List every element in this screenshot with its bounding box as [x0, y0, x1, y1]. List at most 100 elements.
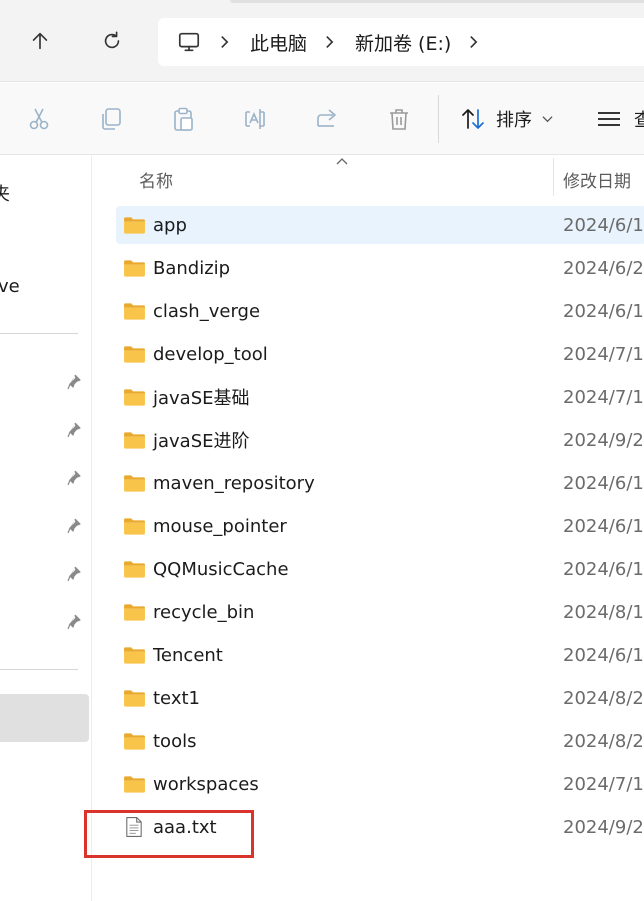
navigation-pane: 夹 ve [0, 156, 92, 901]
chevron-right-icon[interactable] [469, 35, 483, 49]
file-date-modified: 2024/6/1 [563, 472, 644, 494]
file-row[interactable]: mouse_pointer 2024/6/1 [116, 507, 644, 545]
folder-icon [122, 773, 146, 795]
nav-divider [0, 669, 78, 670]
refresh-icon [104, 31, 120, 49]
file-name: workspaces [153, 773, 259, 795]
arrow-up-icon [32, 32, 48, 50]
pin-icon[interactable] [66, 469, 84, 487]
pin-icon[interactable] [66, 373, 84, 391]
file-date-modified: 2024/6/1 [563, 300, 644, 322]
file-row[interactable]: javaSE基础 2024/7/1 [116, 378, 644, 416]
file-name: QQMusicCache [153, 558, 289, 580]
share-button[interactable] [313, 105, 341, 133]
file-row[interactable]: recycle_bin 2024/8/1 [116, 593, 644, 631]
file-list: 名称 修改日期 app 2024/6/1 Bandizip 2024/6/2 clash… [93, 156, 644, 901]
folder-icon [122, 429, 146, 451]
file-name: mouse_pointer [153, 515, 287, 537]
file-row[interactable]: workspaces 2024/7/1 [116, 765, 644, 803]
file-name: text1 [153, 687, 200, 709]
file-row[interactable]: app 2024/6/1 [116, 206, 644, 244]
view-label: 查 [634, 110, 644, 131]
this-pc-icon[interactable] [176, 29, 202, 55]
file-name: develop_tool [153, 343, 268, 365]
paste-button[interactable] [169, 105, 197, 133]
trash-icon [390, 109, 408, 130]
folder-icon [122, 386, 146, 408]
breadcrumb-volume-e[interactable]: 新加卷 (E:) [355, 29, 451, 56]
rename-icon [245, 109, 265, 129]
nav-divider [0, 333, 78, 334]
file-date-modified: 2024/7/1 [563, 773, 644, 795]
file-row[interactable]: Bandizip 2024/6/2 [116, 249, 644, 287]
clipboard-icon [174, 107, 193, 131]
highlight-annotation-box [84, 810, 254, 858]
delete-button[interactable] [385, 105, 413, 133]
folder-icon [122, 214, 146, 236]
pin-icon[interactable] [66, 613, 84, 631]
column-header-date-modified[interactable]: 修改日期 [563, 167, 631, 192]
file-name: Tencent [153, 644, 223, 666]
list-view-icon [598, 112, 620, 126]
refresh-button[interactable] [96, 25, 128, 57]
folder-icon [122, 257, 146, 279]
file-row[interactable]: develop_tool 2024/7/1 [116, 335, 644, 373]
file-row[interactable]: Tencent 2024/6/1 [116, 636, 644, 674]
column-header-name[interactable]: 名称 [139, 167, 173, 192]
file-name: app [153, 214, 187, 236]
copy-button[interactable] [97, 105, 125, 133]
file-date-modified: 2024/9/2 [563, 816, 644, 838]
file-date-modified: 2024/6/1 [563, 515, 644, 537]
copy-icon [102, 108, 121, 130]
folder-icon [122, 515, 146, 537]
column-header-row: 名称 修改日期 [93, 156, 644, 200]
breadcrumb-this-pc[interactable]: 此电脑 [250, 29, 307, 56]
folder-icon [122, 730, 146, 752]
file-date-modified: 2024/7/1 [563, 343, 644, 365]
file-date-modified: 2024/8/1 [563, 601, 644, 623]
cut-button[interactable] [25, 105, 53, 133]
folder-icon [122, 687, 146, 709]
folder-icon [122, 472, 146, 494]
nav-item-selected-drive[interactable] [0, 694, 89, 742]
sort-label: 排序 [496, 110, 532, 131]
folder-icon [122, 644, 146, 666]
file-name: Bandizip [153, 257, 231, 279]
file-date-modified: 2024/8/2 [563, 730, 644, 752]
command-toolbar: 排序 查 [0, 83, 644, 155]
view-button[interactable]: 查 [596, 103, 644, 135]
file-row[interactable]: maven_repository 2024/6/1 [116, 464, 644, 502]
up-button[interactable] [24, 25, 56, 57]
pin-icon[interactable] [66, 517, 84, 535]
file-row[interactable]: javaSE进阶 2024/9/2 [116, 421, 644, 459]
file-name: javaSE进阶 [153, 431, 250, 452]
sort-button[interactable]: 排序 [460, 103, 554, 135]
nav-item-folder-fragment[interactable]: 夹 [0, 180, 10, 206]
pin-icon[interactable] [66, 421, 84, 439]
chevron-right-icon[interactable] [220, 35, 234, 49]
column-divider[interactable] [553, 158, 554, 196]
file-row[interactable]: clash_verge 2024/6/1 [116, 292, 644, 330]
chevron-right-icon[interactable] [325, 35, 339, 49]
file-name: clash_verge [153, 300, 261, 322]
share-icon [317, 109, 336, 127]
nav-item-drive-fragment[interactable]: ve [0, 276, 20, 297]
file-date-modified: 2024/6/2 [563, 257, 644, 279]
file-date-modified: 2024/8/2 [563, 687, 644, 709]
title-address-bar: 此电脑 新加卷 (E:) [0, 0, 644, 82]
file-date-modified: 2024/6/1 [563, 558, 644, 580]
file-row[interactable]: QQMusicCache 2024/6/1 [116, 550, 644, 588]
file-row[interactable]: text1 2024/8/2 [116, 679, 644, 717]
folder-icon [122, 601, 146, 623]
file-name: javaSE基础 [153, 388, 250, 409]
chevron-down-icon [542, 114, 554, 124]
rename-button[interactable] [241, 105, 269, 133]
file-date-modified: 2024/6/1 [563, 214, 644, 236]
scissors-icon [29, 108, 49, 130]
folder-icon [122, 300, 146, 322]
file-date-modified: 2024/6/1 [563, 644, 644, 666]
file-date-modified: 2024/9/2 [563, 429, 644, 451]
pin-icon[interactable] [66, 565, 84, 583]
address-bar[interactable]: 此电脑 新加卷 (E:) [158, 18, 644, 66]
file-row[interactable]: tools 2024/8/2 [116, 722, 644, 760]
